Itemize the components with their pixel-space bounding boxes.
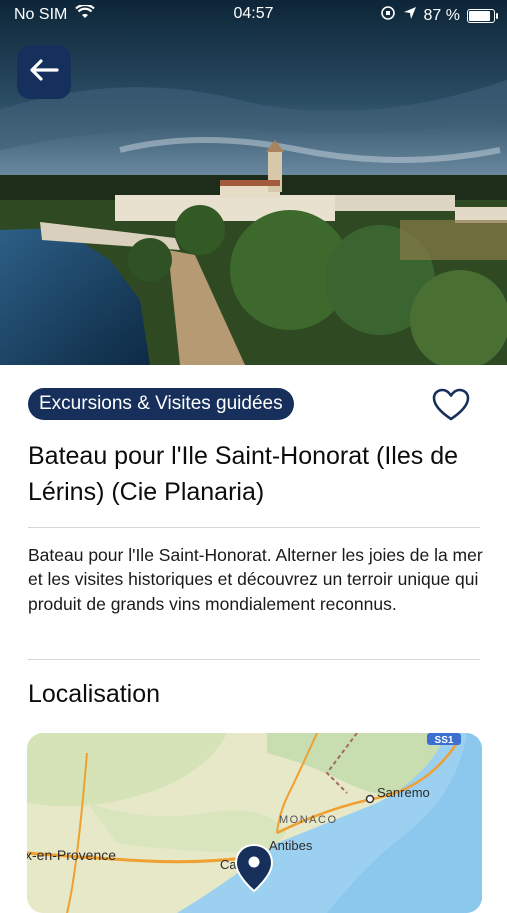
back-button[interactable] xyxy=(17,45,71,99)
battery-percent: 87 % xyxy=(423,6,460,24)
divider xyxy=(28,659,480,660)
description: Bateau pour l'Ile Saint-Honorat. Alterne… xyxy=(28,545,483,614)
battery-icon xyxy=(467,8,498,23)
orientation-lock-icon xyxy=(380,5,396,26)
highway-label: SS1 xyxy=(435,735,454,746)
map-label-sanremo: Sanremo xyxy=(377,785,430,800)
status-bar: No SIM 04:57 87 % xyxy=(0,0,507,30)
heart-outline-icon xyxy=(432,388,470,426)
category-badge[interactable]: Excursions & Visites guidées xyxy=(28,388,294,420)
arrow-left-icon xyxy=(29,58,59,86)
location-arrow-icon xyxy=(403,6,417,25)
map-label-monaco: MONACO xyxy=(279,814,338,826)
page-title: Bateau pour l'Ile Saint-Honorat (Iles de… xyxy=(28,442,459,506)
favorite-button[interactable] xyxy=(432,388,470,422)
hero-image xyxy=(0,0,507,365)
location-map[interactable]: SS1 Sanremo MONACO Antibes x-en-Provence… xyxy=(27,733,482,913)
map-label-antibes: Antibes xyxy=(269,838,313,853)
section-title-location: Localisation xyxy=(28,680,161,708)
map-label-provence: x-en-Provence xyxy=(27,847,116,863)
divider xyxy=(28,527,480,528)
category-row: Excursions & Visites guidées xyxy=(28,388,480,422)
